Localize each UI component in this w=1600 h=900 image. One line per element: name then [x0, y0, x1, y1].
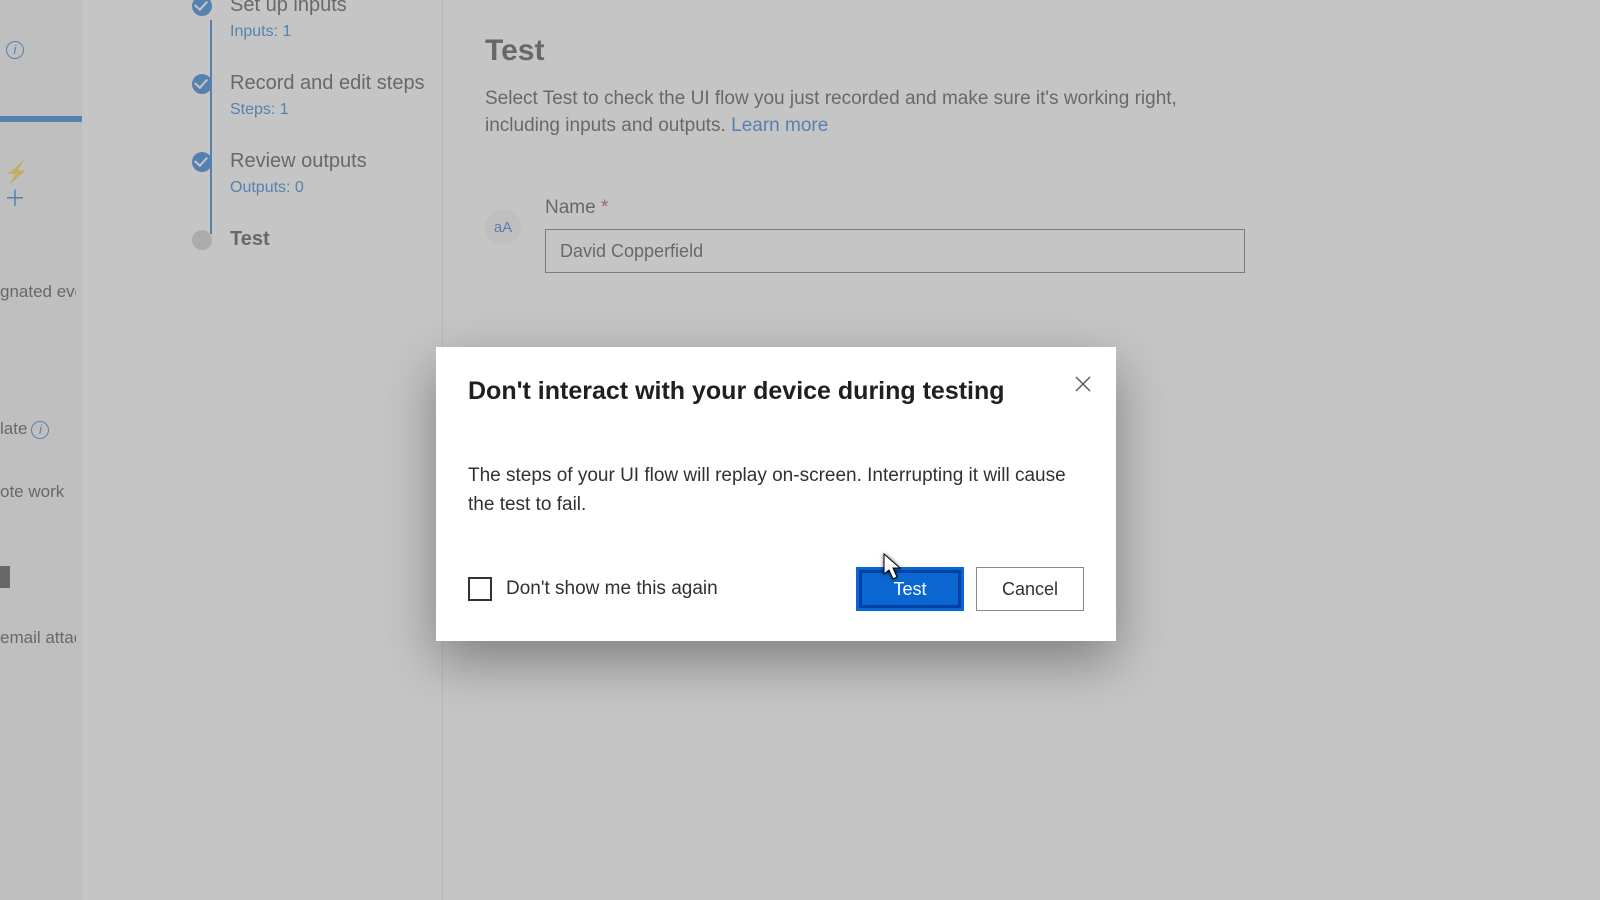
close-icon — [1075, 376, 1091, 392]
test-button[interactable]: Test — [856, 567, 964, 611]
close-button[interactable] — [1068, 369, 1098, 399]
modal-title: Don't interact with your device during t… — [468, 377, 1084, 406]
dont-show-again-checkbox[interactable]: Don't show me this again — [468, 577, 718, 601]
cancel-button[interactable]: Cancel — [976, 567, 1084, 611]
checkbox-icon — [468, 577, 492, 601]
testing-warning-modal: Don't interact with your device during t… — [436, 347, 1116, 641]
modal-body: The steps of your UI flow will replay on… — [468, 462, 1068, 519]
checkbox-label: Don't show me this again — [506, 578, 718, 600]
